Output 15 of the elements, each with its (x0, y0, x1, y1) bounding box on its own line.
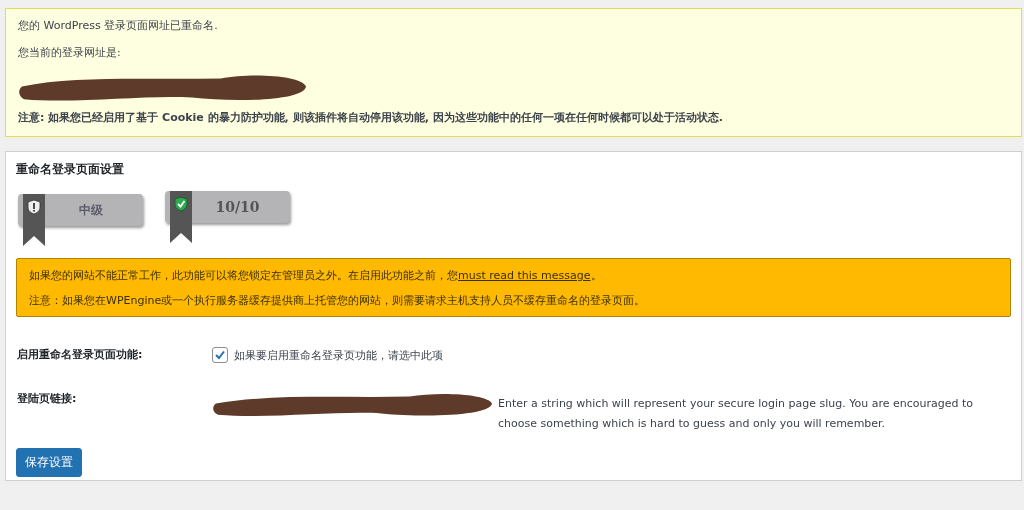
warning-text: 如果您的网站不能正常工作，此功能可以将您锁定在管理员之外。在启用此功能之前，您must read this message。 (29, 268, 603, 283)
checkbox[interactable] (212, 347, 228, 363)
shield-check-icon (174, 196, 188, 212)
shield-alert-icon (27, 199, 41, 215)
field-label: 启用重命名登录页面功能: (16, 347, 144, 363)
save-button[interactable]: 保存设置 (16, 448, 82, 477)
field-label: 登陆页链接: (16, 391, 78, 407)
checkbox-label: 如果要启用重命名登录页功能，请选中此项 (234, 347, 443, 363)
notice-note: 注意: 如果您已经启用了基于 Cookie 的暴力防护功能, 则该插件将自动停用该功能, 因为这些功能中的任何一项在任何时候都可以处于活动状态. (18, 110, 724, 125)
warning-note: 注意：如果您在WPEngine或一个执行服务器缓存提供商上托管您的网站，则需要请求主机支持人员不缓存重命名的登录页面。 (29, 293, 647, 308)
section-title: 重命名登录页面设置 (16, 162, 125, 177)
message-link[interactable]: must read this message (458, 269, 591, 282)
notice-text: 您当前的登录网址是: (18, 45, 122, 60)
notice-text: 您的 WordPress 登录页面网址已重命名. (18, 18, 219, 33)
field-description: Enter a string which will represent your secure login page slug. You are encouraged to choose something which is hard to guess and only you will remember. (498, 396, 974, 432)
